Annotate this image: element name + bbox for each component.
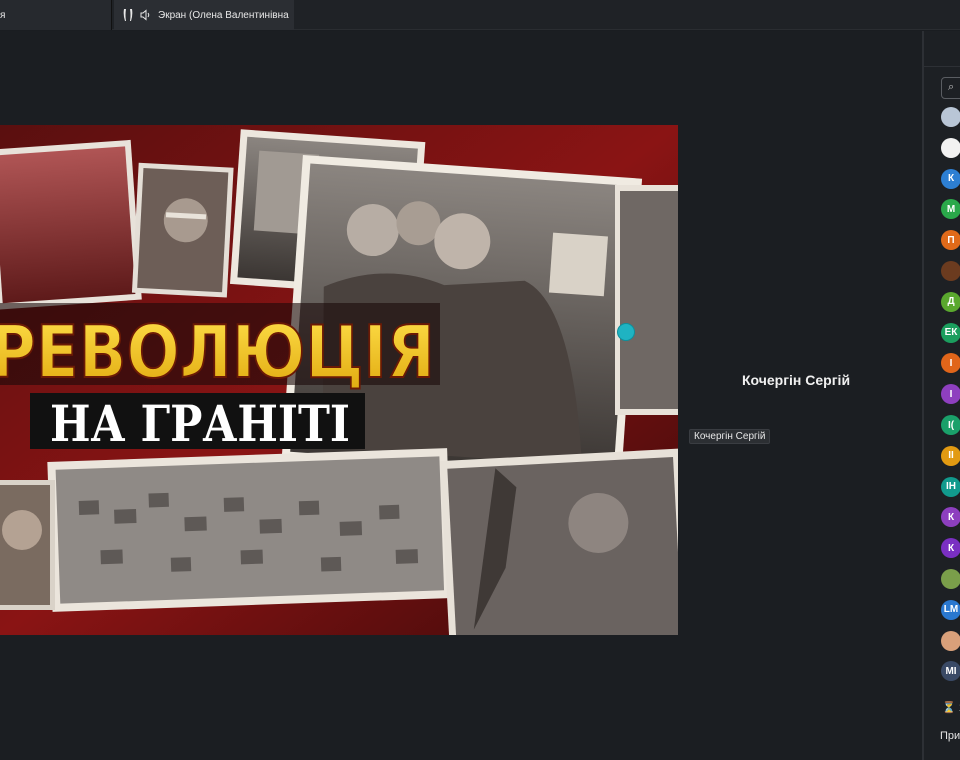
shared-screen-content: РЕВОЛЮЦІЯ НА ГРАНІТІ (0, 125, 678, 635)
photo-protest-fists (439, 448, 678, 635)
tab-previous[interactable]: я (0, 0, 112, 30)
poster-title-line1: РЕВОЛЮЦІЯ (0, 310, 435, 394)
participant-avatar[interactable] (941, 107, 960, 127)
photo-student-headband (131, 162, 234, 298)
participant-avatar[interactable]: І (941, 353, 960, 374)
tab-shared-screen[interactable]: Экран (Олена Валентинівна ⋯ (114, 0, 294, 30)
shared-pointer-cursor (617, 323, 635, 341)
participant-avatar[interactable]: ЕК (941, 322, 960, 343)
participant-avatar[interactable] (941, 261, 960, 281)
participant-avatar[interactable]: LM (941, 599, 960, 620)
window-tab-bar: я Экран (Олена Валентинівна ⋯ (0, 0, 960, 30)
photo-portrait-left (0, 480, 55, 610)
poster-image: РЕВОЛЮЦІЯ НА ГРАНІТІ (0, 125, 678, 635)
participant-avatar[interactable]: П (941, 230, 960, 251)
photo-right-edge (615, 185, 678, 415)
participants-panel-header (924, 31, 960, 67)
participant-avatar[interactable]: ІІ (941, 445, 960, 466)
tab-previous-label: я (0, 9, 6, 21)
speaker-name: Кочергін Сергій (742, 372, 851, 388)
participant-silhouette-icon (122, 8, 134, 22)
participant-avatar[interactable]: К (941, 507, 960, 528)
search-icon: ⌕ (948, 81, 955, 93)
participant-avatar[interactable]: І (941, 384, 960, 405)
participants-search-input[interactable]: ⌕ (941, 77, 960, 99)
photo-tent-camp (47, 448, 453, 612)
poster-title-line2: НА ГРАНІТІ (50, 394, 350, 453)
waiting-status: ⏳ 1 (942, 702, 960, 714)
participant-avatar[interactable] (941, 630, 960, 651)
photo-crowd-flags (0, 139, 142, 310)
participant-avatar[interactable]: І( (941, 415, 960, 435)
tab-shared-screen-label: Экран (Олена Валентинівна (158, 9, 289, 21)
participant-avatar[interactable] (941, 569, 960, 589)
participant-avatar[interactable]: Д (941, 291, 960, 312)
participant-avatar[interactable]: М (941, 199, 960, 220)
invite-button[interactable]: Приг (940, 730, 960, 742)
speaker-tooltip: Кочергін Сергій (689, 429, 771, 444)
participant-avatar[interactable]: МІ (941, 661, 960, 682)
speaker-volume-icon[interactable] (140, 8, 152, 22)
participants-panel: ⌕ КМПДЕКІІІ(ІІІНККLMМІ ⏳ 1 Приг (922, 31, 960, 760)
participant-avatar[interactable]: К (941, 538, 960, 559)
participant-avatar[interactable]: К (941, 168, 960, 189)
participant-avatar[interactable]: ІН (941, 476, 960, 497)
participant-avatar[interactable] (941, 137, 960, 158)
